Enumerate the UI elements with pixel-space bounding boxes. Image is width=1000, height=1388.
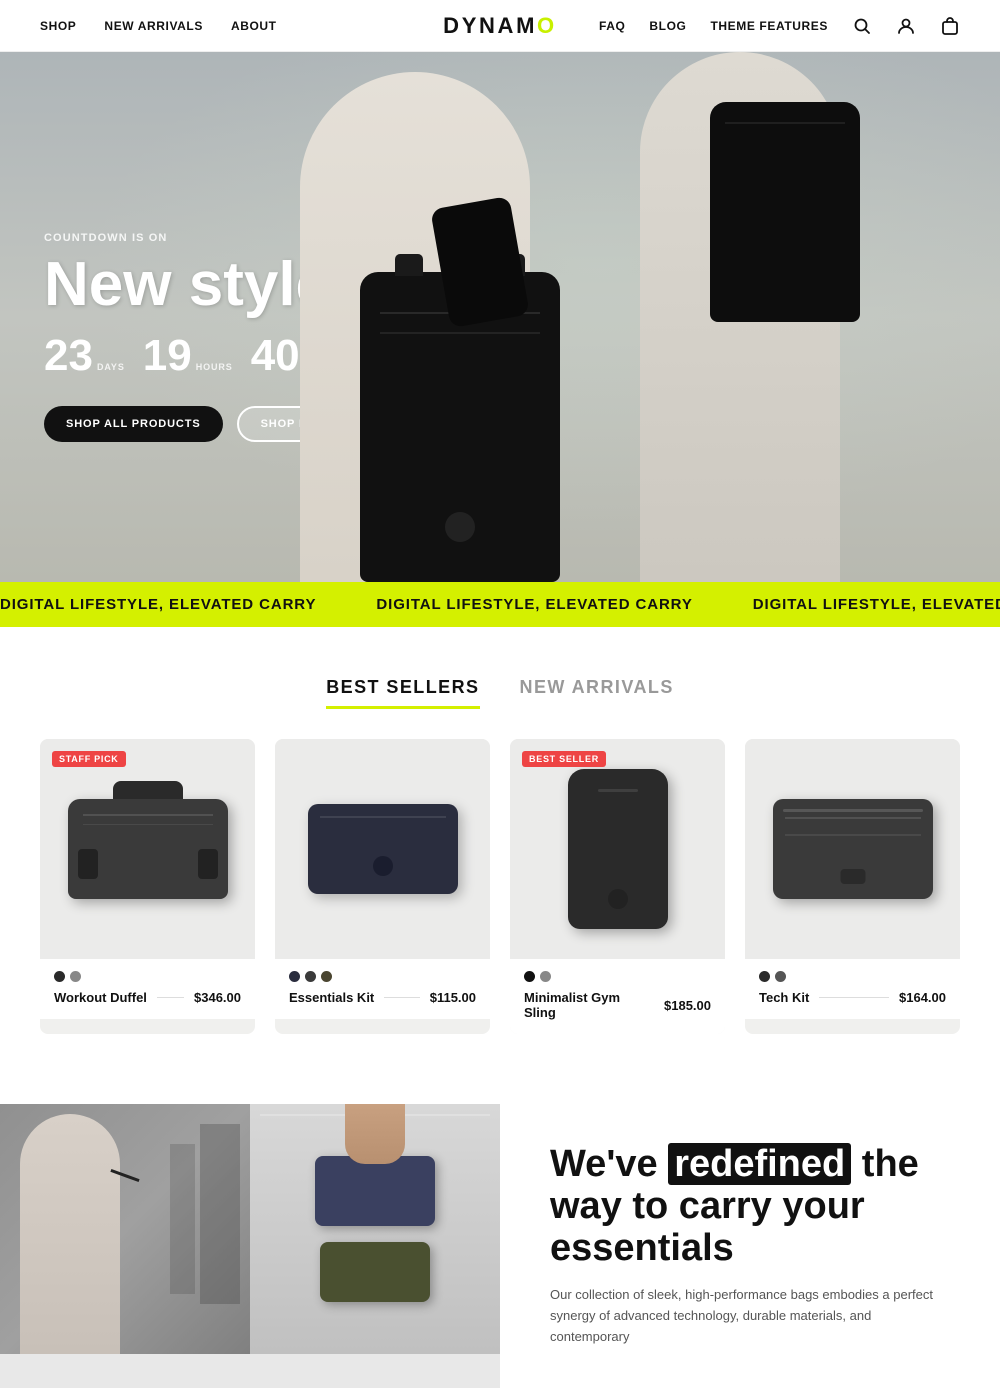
product-image-0 — [40, 739, 255, 959]
color-dot-2-0[interactable] — [524, 971, 535, 982]
minutes-number: 40 — [251, 334, 300, 378]
products-section: BEST SELLERS NEW ARRIVALS STAFF PICK — [0, 627, 1000, 1074]
product-image-1 — [275, 739, 490, 959]
kit-bag-1 — [315, 1156, 435, 1226]
product-image-2 — [510, 739, 725, 959]
color-dot-0-0[interactable] — [54, 971, 65, 982]
nav-link-faq[interactable]: FAQ — [599, 19, 625, 33]
bottom-title-pre: We've — [550, 1143, 658, 1185]
color-dot-0-1[interactable] — [70, 971, 81, 982]
search-icon[interactable] — [852, 16, 872, 36]
product-price-3: $164.00 — [899, 990, 946, 1005]
color-swatches-1 — [289, 971, 476, 982]
color-dot-1-1[interactable] — [305, 971, 316, 982]
bottom-text: We've redefined the way to carry your es… — [500, 1104, 1000, 1388]
product-price-0: $346.00 — [194, 990, 241, 1005]
bottom-title: We've redefined the way to carry your es… — [550, 1144, 950, 1269]
countdown-hours: 19 HOURS — [143, 334, 233, 378]
color-dot-1-2[interactable] — [321, 971, 332, 982]
product-name-row-1: Essentials Kit $115.00 — [289, 990, 476, 1005]
color-swatches-2 — [524, 971, 711, 982]
shop-all-button[interactable]: SHOP ALL PRODUCTS — [44, 406, 223, 442]
product-name-row-2: Minimalist Gym Sling $185.00 — [524, 990, 711, 1020]
product-badge-2: BEST SELLER — [522, 751, 606, 767]
bag-duffle-img — [68, 799, 228, 899]
hours-label: HOURS — [196, 362, 233, 372]
tab-best-sellers[interactable]: BEST SELLERS — [326, 677, 479, 709]
nav-link-shop[interactable]: SHOP — [40, 19, 76, 33]
product-info-0: Workout Duffel $346.00 — [40, 959, 255, 1019]
color-dot-2-1[interactable] — [540, 971, 551, 982]
hours-number: 19 — [143, 334, 192, 378]
hero-section: COUNTDOWN IS ON New styles drop 23 DAYS … — [0, 52, 1000, 582]
color-swatches-3 — [759, 971, 946, 982]
nav-link-theme-features[interactable]: THEME FEATURES — [710, 19, 828, 33]
bottom-image-row — [0, 1104, 500, 1354]
ticker-inner: DIGITAL LIFESTYLE, ELEVATED CARRY DIGITA… — [0, 596, 1000, 613]
bag-pouch-img — [308, 804, 458, 894]
nav-left: SHOP NEW ARRIVALS ABOUT — [40, 19, 277, 33]
product-info-1: Essentials Kit $115.00 — [275, 959, 490, 1019]
product-price-2: $185.00 — [664, 998, 711, 1013]
cart-icon[interactable] — [940, 16, 960, 36]
logo-accent: O — [537, 13, 557, 38]
product-name-3: Tech Kit — [759, 990, 809, 1005]
person-silhouette — [20, 1114, 120, 1354]
days-label: DAYS — [97, 362, 125, 372]
product-card-1[interactable]: Essentials Kit $115.00 — [275, 739, 490, 1034]
color-swatches-0 — [54, 971, 241, 982]
ticker-banner: DIGITAL LIFESTYLE, ELEVATED CARRY DIGITA… — [0, 582, 1000, 627]
hero-backpack-right — [710, 102, 860, 322]
nav-link-blog[interactable]: BLOG — [649, 19, 686, 33]
nav-link-about[interactable]: ABOUT — [231, 19, 277, 33]
days-number: 23 — [44, 334, 93, 378]
bottom-section: We've redefined the way to carry your es… — [0, 1104, 1000, 1388]
bottom-images — [0, 1104, 500, 1388]
site-logo[interactable]: DYNAMO — [443, 13, 557, 39]
nav-link-new-arrivals[interactable]: NEW ARRIVALS — [104, 19, 203, 33]
product-name-row-0: Workout Duffel $346.00 — [54, 990, 241, 1005]
products-grid: STAFF PICK Workout Duffel $346.00 — [40, 739, 960, 1034]
product-name-1: Essentials Kit — [289, 990, 374, 1005]
product-name-row-3: Tech Kit $164.00 — [759, 990, 946, 1005]
bottom-description: Our collection of sleek, high-performanc… — [550, 1285, 950, 1347]
color-dot-3-0[interactable] — [759, 971, 770, 982]
product-divider-3 — [819, 997, 889, 998]
product-card-0[interactable]: STAFF PICK Workout Duffel $346.00 — [40, 739, 255, 1034]
bag-techkit-img — [773, 799, 933, 899]
color-dot-3-1[interactable] — [775, 971, 786, 982]
countdown-days: 23 DAYS — [44, 334, 125, 378]
hand-holding-bag — [345, 1104, 405, 1164]
product-name-2: Minimalist Gym Sling — [524, 990, 644, 1020]
product-divider-0 — [157, 997, 184, 998]
product-card-3[interactable]: Tech Kit $164.00 — [745, 739, 960, 1034]
ticker-item-1: DIGITAL LIFESTYLE, ELEVATED CARRY — [0, 596, 316, 613]
tab-new-arrivals[interactable]: NEW ARRIVALS — [520, 677, 674, 709]
product-badge-0: STAFF PICK — [52, 751, 126, 767]
color-dot-1-0[interactable] — [289, 971, 300, 982]
bag-sling-img — [568, 769, 668, 929]
product-tabs: BEST SELLERS NEW ARRIVALS — [40, 677, 960, 709]
product-price-1: $115.00 — [430, 990, 476, 1005]
navigation: SHOP NEW ARRIVALS ABOUT DYNAMO FAQ BLOG … — [0, 0, 1000, 52]
nav-right: FAQ BLOG THEME FEATURES — [599, 16, 960, 36]
kit-bag-2 — [320, 1242, 430, 1302]
account-icon[interactable] — [896, 16, 916, 36]
bags-stacked-image — [250, 1104, 500, 1354]
product-divider-1 — [384, 997, 419, 998]
product-card-2[interactable]: BEST SELLER Minimalist Gym Sling $185.00 — [510, 739, 725, 1034]
product-info-2: Minimalist Gym Sling $185.00 — [510, 959, 725, 1034]
ticker-item-2: DIGITAL LIFESTYLE, ELEVATED CARRY — [376, 596, 692, 613]
product-info-3: Tech Kit $164.00 — [745, 959, 960, 1019]
bottom-title-highlight: redefined — [668, 1143, 851, 1185]
product-image-3 — [745, 739, 960, 959]
city-person-image — [0, 1104, 250, 1354]
ticker-item-3: DIGITAL LIFESTYLE, ELEVATED CARRY — [753, 596, 1000, 613]
product-name-0: Workout Duffel — [54, 990, 147, 1005]
